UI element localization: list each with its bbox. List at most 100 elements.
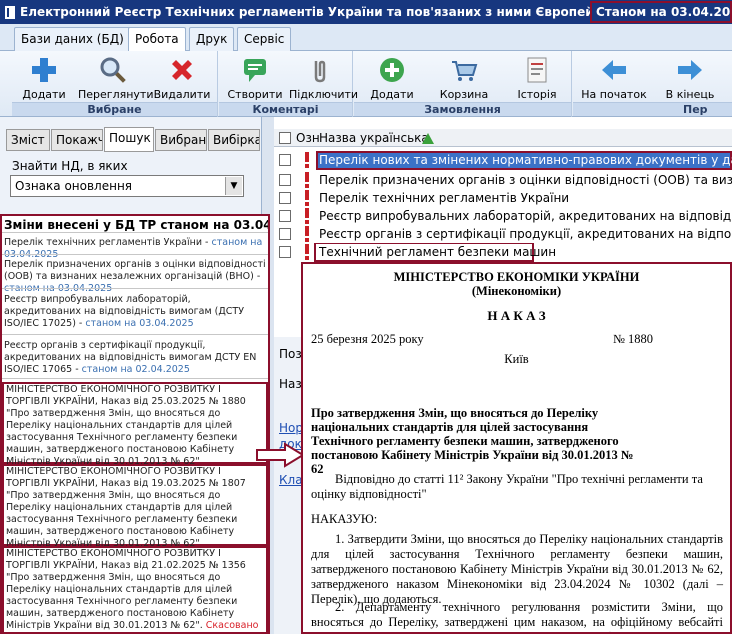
cart-icon <box>452 61 478 81</box>
change-entry[interactable]: Реєстр органів з сертифікації продукції,… <box>4 340 266 376</box>
row-title: Реєстр органів з сертифікації продукції,… <box>319 227 732 241</box>
doc-paragraph-1: 1. Затвердити Зміни, що вносяться до Пер… <box>311 532 723 606</box>
dropdown-arrow-icon[interactable]: ▼ <box>225 177 242 195</box>
table-row[interactable]: Перелік нових та змінених нормативно-пра… <box>274 151 732 170</box>
exclamation-icon <box>305 208 309 224</box>
group-favorites: Додати Переглянути Видалити Вибране <box>12 51 218 117</box>
add-order-button[interactable]: Додати <box>362 55 422 101</box>
app-icon <box>5 5 15 19</box>
arrow-left-icon <box>602 60 626 80</box>
left-panel: Зміст Покажч Пошук Вибрані Вибірка Знайт… <box>0 117 262 215</box>
create-comment-button[interactable]: Створити <box>225 55 285 101</box>
exclamation-icon <box>305 172 309 188</box>
row-checkbox[interactable] <box>279 210 291 222</box>
doc-type: Н А К А З <box>487 308 546 323</box>
go-first-button[interactable]: На початок <box>581 55 647 101</box>
table-row[interactable]: Технічний регламент безпеки машин <box>274 243 732 262</box>
row-title: Технічний регламент безпеки машин <box>319 245 557 259</box>
tab-search[interactable]: Пошук <box>104 127 154 152</box>
change-entry-highlighted[interactable]: МІНІСТЕРСТВО ЕКОНОМІЧНОГО РОЗВИТКУ І ТОР… <box>2 546 268 632</box>
details-link-class[interactable]: Кла <box>279 473 303 487</box>
ribbon: Додати Переглянути Видалити Вибране Ство… <box>0 51 732 117</box>
doc-ministry-short: (Мінекономіки) <box>471 284 562 298</box>
row-title: Реєстр випробувальних лабораторій, акред… <box>319 209 732 223</box>
exclamation-icon <box>305 226 309 242</box>
tab-print[interactable]: Друк <box>189 27 235 51</box>
row-checkbox[interactable] <box>279 154 291 166</box>
details-link-normative[interactable]: Нор <box>279 421 303 435</box>
group-label-comments: Коментарі <box>219 102 352 116</box>
column-flag[interactable]: Озн <box>296 131 320 145</box>
row-title: Перелік нових та змінених нормативно-пра… <box>319 153 732 167</box>
go-last-button[interactable]: В кінець <box>659 55 721 101</box>
change-entry-highlighted[interactable]: МІНІСТЕРСТВО ЕКОНОМІЧНОГО РОЗВИТКУ І ТОР… <box>2 464 268 549</box>
paperclip-icon <box>314 60 326 83</box>
search-criteria-value: Ознака оновлення <box>15 179 133 193</box>
tab-selected[interactable]: Вибрані <box>155 129 207 151</box>
attach-comment-button[interactable]: Підключити <box>289 55 358 101</box>
exclamation-icon <box>305 152 309 168</box>
changes-panel: Зміни внесені у БД ТР станом на 03.04.20… <box>0 214 270 634</box>
doc-basis: Відповідно до статті 11² Закону України … <box>311 472 703 501</box>
table-row[interactable]: Перелік призначених органів з оцінки від… <box>274 171 732 190</box>
row-title: Перелік призначених органів з оцінки від… <box>319 173 732 187</box>
exclamation-icon <box>305 190 309 206</box>
row-checkbox[interactable] <box>279 174 291 186</box>
delete-x-icon <box>172 60 192 80</box>
doc-title: Про затвердження Змін, що вносяться до П… <box>311 406 634 476</box>
doc-paragraph-2: 2. Департаменту технічного регулювання р… <box>311 600 723 632</box>
tab-work[interactable]: Робота <box>128 27 186 52</box>
doc-city: Київ <box>504 352 529 366</box>
change-entry[interactable]: Перелік технічних регламентів України - … <box>4 237 266 261</box>
group-label-orders: Замовлення <box>354 102 571 116</box>
tab-selection[interactable]: Вибірка <box>208 129 260 151</box>
tab-service[interactable]: Сервіс <box>237 27 292 51</box>
doc-number: № 1880 <box>613 332 654 346</box>
ribbon-tabs: Бази даних (БД) Робота Друк Сервіс <box>0 24 732 52</box>
cart-button[interactable]: Корзина <box>434 55 494 101</box>
group-navigation: На початок В кінець Пер <box>573 51 732 117</box>
add-favorite-button[interactable]: Додати <box>16 55 72 101</box>
row-checkbox[interactable] <box>279 228 291 240</box>
group-comments: Створити Підключити Коментарі <box>219 51 358 117</box>
tab-contents[interactable]: Зміст <box>6 129 50 151</box>
group-label-navigation: Пер <box>573 102 732 116</box>
group-label-favorites: Вибране <box>12 102 217 116</box>
row-title: Перелік технічних регламентів України <box>319 191 570 205</box>
tab-databases[interactable]: Бази даних (БД) <box>14 27 131 51</box>
search-criteria-select[interactable]: Ознака оновлення ▼ <box>10 175 244 197</box>
group-orders: Додати Корзина Історія Замовлення <box>354 51 572 117</box>
change-entry[interactable]: Перелік призначених органів з оцінки від… <box>4 259 266 295</box>
table-row[interactable]: Реєстр органів з сертифікації продукції,… <box>274 225 732 244</box>
exclamation-icon <box>305 244 309 260</box>
view-favorite-button[interactable]: Переглянути <box>78 55 153 101</box>
row-checkbox[interactable] <box>279 192 291 204</box>
doc-date: 25 березня 2025 року <box>311 332 424 346</box>
row-checkbox[interactable] <box>279 246 291 258</box>
history-icon <box>527 57 547 83</box>
table-row[interactable]: Перелік технічних регламентів України <box>274 189 732 208</box>
table-row[interactable]: Реєстр випробувальних лабораторій, акред… <box>274 207 732 226</box>
comment-icon <box>244 59 266 82</box>
delete-favorite-button[interactable]: Видалити <box>152 55 212 101</box>
status-date: Станом на 03.04.2025 року <box>590 1 732 23</box>
change-entry[interactable]: Реєстр випробувальних лабораторій, акред… <box>4 294 266 330</box>
find-label: Знайти НД, в яких <box>12 159 128 173</box>
plus-circle-icon <box>380 58 404 82</box>
magnifier-icon <box>100 57 126 83</box>
change-entry-highlighted[interactable]: МІНІСТЕРСТВО ЕКОНОМІЧНОГО РОЗВИТКУ І ТОР… <box>2 382 268 467</box>
connector-arrow <box>256 442 305 468</box>
sort-asc-icon <box>422 133 434 144</box>
plus-icon <box>32 58 56 82</box>
doc-order: НАКАЗУЮ: <box>311 512 378 526</box>
tab-index[interactable]: Покажч <box>51 129 103 151</box>
details-label-name: Наз <box>279 377 302 391</box>
doc-ministry: МІНІСТЕРСТВО ЕКОНОМІКИ УКРАЇНИ <box>393 270 640 284</box>
column-name[interactable]: Назва українська <box>319 131 429 145</box>
details-label-position: Поз <box>279 347 302 361</box>
arrow-right-icon <box>678 60 702 80</box>
history-button[interactable]: Історія <box>508 55 566 101</box>
select-all-checkbox[interactable] <box>279 132 291 144</box>
grid-header: Озн Назва українська <box>274 129 732 147</box>
document-preview: МІНІСТЕРСТВО ЕКОНОМІКИ УКРАЇНИ (Мінеконо… <box>301 262 732 634</box>
